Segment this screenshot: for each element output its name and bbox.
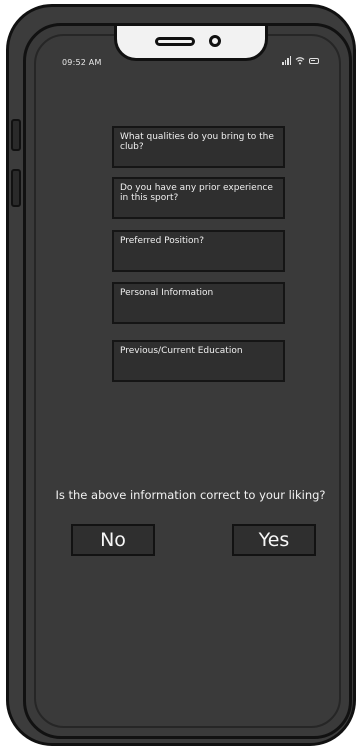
phone-frame: 09:52 AM What qualities do you bring to … — [6, 4, 356, 746]
field-education-label: Previous/Current Education — [120, 346, 243, 356]
field-preferred-position-label: Preferred Position? — [120, 236, 204, 246]
field-qualities[interactable]: What qualities do you bring to the club? — [112, 126, 285, 168]
wifi-icon — [295, 57, 305, 65]
mute-switch — [11, 119, 21, 151]
yes-button[interactable]: Yes — [232, 524, 316, 556]
field-education[interactable]: Previous/Current Education — [112, 340, 285, 382]
notch — [114, 26, 268, 61]
status-time: 09:52 AM — [62, 58, 102, 67]
speaker-icon — [155, 37, 195, 46]
volume-button — [11, 169, 21, 207]
field-prior-experience-label: Do you have any prior experience in this… — [120, 183, 273, 203]
field-personal-information-label: Personal Information — [120, 288, 214, 298]
confirmation-question: Is the above information correct to your… — [55, 488, 326, 502]
phone-screen: 09:52 AM What qualities do you bring to … — [23, 23, 352, 739]
field-preferred-position[interactable]: Preferred Position? — [112, 230, 285, 272]
field-prior-experience[interactable]: Do you have any prior experience in this… — [112, 177, 285, 219]
field-personal-information[interactable]: Personal Information — [112, 282, 285, 324]
status-icons — [282, 56, 319, 65]
no-button[interactable]: No — [71, 524, 155, 556]
field-qualities-label: What qualities do you bring to the club? — [120, 132, 274, 152]
camera-icon — [209, 35, 221, 47]
battery-icon — [309, 58, 319, 64]
signal-icon — [282, 56, 291, 65]
